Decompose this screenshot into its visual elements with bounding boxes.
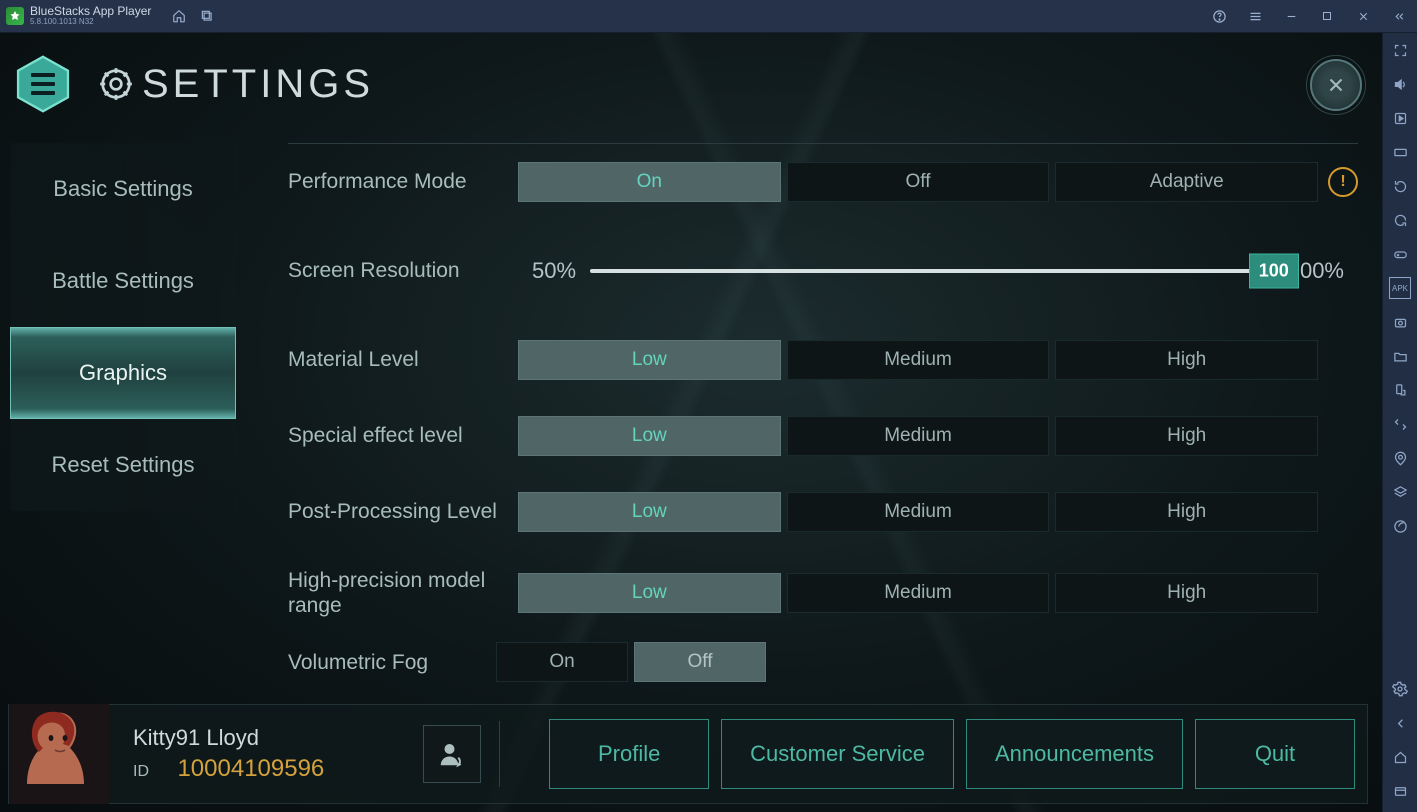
apk-icon[interactable]: APK (1389, 277, 1411, 299)
location-icon[interactable] (1389, 447, 1411, 469)
keyboard-icon[interactable] (1389, 141, 1411, 163)
close-window-icon[interactable] (1345, 0, 1381, 33)
avatar (9, 704, 109, 804)
eco-icon[interactable] (1389, 515, 1411, 537)
label-special-effect-level: Special effect level (288, 423, 518, 448)
label-volumetric-fog: Volumetric Fog (288, 650, 496, 675)
material-low[interactable]: Low (518, 340, 781, 380)
bluestacks-logo-icon (6, 7, 24, 25)
layers-icon[interactable] (1389, 481, 1411, 503)
help-icon[interactable] (1201, 0, 1237, 33)
label-post-processing-level: Post-Processing Level (288, 499, 518, 524)
warning-icon[interactable]: ! (1328, 167, 1358, 197)
segment-special-effect-level: Low Medium High (518, 416, 1318, 456)
label-screen-resolution: Screen Resolution (288, 259, 518, 283)
slider-min-label: 50% (532, 258, 576, 284)
menu-button[interactable] (14, 55, 72, 113)
row-volumetric-fog: Volumetric Fog On Off (260, 636, 1368, 688)
segment-performance-mode: On Off Adaptive (518, 162, 1318, 202)
row-performance-mode: Performance Mode On Off Adaptive ! (260, 144, 1368, 220)
sync-icon[interactable] (1389, 209, 1411, 231)
row-material-level: Material Level Low Medium High (260, 322, 1368, 398)
hpmr-high[interactable]: High (1055, 573, 1318, 613)
sfx-medium[interactable]: Medium (787, 416, 1050, 456)
segment-high-precision-model-range: Low Medium High (518, 573, 1318, 613)
hamburger-icon[interactable] (1237, 0, 1273, 33)
player-name: Kitty91 Lloyd (133, 725, 423, 751)
maximize-icon[interactable] (1309, 0, 1345, 33)
settings-gear-icon (96, 64, 136, 104)
screenshot-icon[interactable] (1389, 311, 1411, 333)
shake-icon[interactable] (1389, 413, 1411, 435)
tab-battle-settings[interactable]: Battle Settings (10, 235, 236, 327)
copy-window-icon[interactable] (193, 0, 221, 33)
gear-icon[interactable] (1389, 678, 1411, 700)
sfx-high[interactable]: High (1055, 416, 1318, 456)
player-bar: Kitty91 Lloyd ID 10004109596 Profile Cus… (8, 704, 1368, 804)
game-viewport: SETTINGS Basic Settings Battle Settings … (0, 33, 1382, 812)
segment-volumetric-fog: On Off (496, 642, 766, 682)
tab-graphics[interactable]: Graphics (10, 327, 236, 419)
row-special-effect-level: Special effect level Low Medium High (260, 398, 1368, 474)
perf-mode-on[interactable]: On (518, 162, 781, 202)
rotate-icon[interactable] (1389, 379, 1411, 401)
label-high-precision-model-range: High-precision model range (288, 568, 518, 618)
settings-sidebar: Basic Settings Battle Settings Graphics … (10, 143, 236, 511)
switch-account-button[interactable] (423, 725, 481, 783)
post-medium[interactable]: Medium (787, 492, 1050, 532)
row-screen-resolution: Screen Resolution 50% 100 100% (260, 220, 1368, 322)
volume-icon[interactable] (1389, 73, 1411, 95)
material-high[interactable]: High (1055, 340, 1318, 380)
hpmr-low[interactable]: Low (518, 573, 781, 613)
tab-reset-settings[interactable]: Reset Settings (10, 419, 236, 511)
material-medium[interactable]: Medium (787, 340, 1050, 380)
rewind-icon[interactable] (1389, 175, 1411, 197)
sfx-low[interactable]: Low (518, 416, 781, 456)
perf-mode-adaptive[interactable]: Adaptive (1055, 162, 1318, 202)
segment-material-level: Low Medium High (518, 340, 1318, 380)
fullscreen-icon[interactable] (1389, 39, 1411, 61)
settings-header: SETTINGS (14, 49, 1368, 119)
row-high-precision-model-range: High-precision model range Low Medium Hi… (260, 550, 1368, 636)
gamepad-icon[interactable] (1389, 243, 1411, 265)
bluestacks-titlebar: BlueStacks App Player 5.8.100.1013 N32 (0, 0, 1417, 33)
vfog-off[interactable]: Off (634, 642, 766, 682)
resolution-slider[interactable]: 100 (590, 269, 1274, 273)
segment-post-processing-level: Low Medium High (518, 492, 1318, 532)
customer-service-button[interactable]: Customer Service (721, 719, 954, 789)
player-info: Kitty91 Lloyd ID 10004109596 (133, 725, 423, 783)
label-performance-mode: Performance Mode (288, 169, 518, 194)
player-id-label: ID (133, 763, 149, 781)
hpmr-medium[interactable]: Medium (787, 573, 1050, 613)
settings-content: Performance Mode On Off Adaptive ! Scree… (260, 143, 1368, 702)
close-settings-button[interactable] (1310, 59, 1362, 111)
folder-icon[interactable] (1389, 345, 1411, 367)
play-store-icon[interactable] (1389, 107, 1411, 129)
post-low[interactable]: Low (518, 492, 781, 532)
divider (499, 721, 500, 787)
recents-icon[interactable] (1389, 780, 1411, 802)
back-icon[interactable] (1389, 712, 1411, 734)
label-material-level: Material Level (288, 347, 518, 372)
app-version: 5.8.100.1013 N32 (30, 18, 151, 27)
quit-button[interactable]: Quit (1195, 719, 1355, 789)
player-id: 10004109596 (177, 755, 324, 782)
collapse-sidebar-icon[interactable] (1381, 0, 1417, 33)
home-icon[interactable] (165, 0, 193, 33)
post-high[interactable]: High (1055, 492, 1318, 532)
home-nav-icon[interactable] (1389, 746, 1411, 768)
resolution-slider-thumb[interactable]: 100 (1249, 254, 1299, 289)
bluestacks-side-toolbar: APK (1382, 33, 1417, 812)
perf-mode-off[interactable]: Off (787, 162, 1050, 202)
titlebar-title: BlueStacks App Player 5.8.100.1013 N32 (30, 5, 151, 27)
profile-button[interactable]: Profile (549, 719, 709, 789)
minimize-icon[interactable] (1273, 0, 1309, 33)
row-post-processing-level: Post-Processing Level Low Medium High (260, 474, 1368, 550)
vfog-on[interactable]: On (496, 642, 628, 682)
settings-title: SETTINGS (142, 62, 374, 107)
announcements-button[interactable]: Announcements (966, 719, 1183, 789)
tab-basic-settings[interactable]: Basic Settings (10, 143, 236, 235)
